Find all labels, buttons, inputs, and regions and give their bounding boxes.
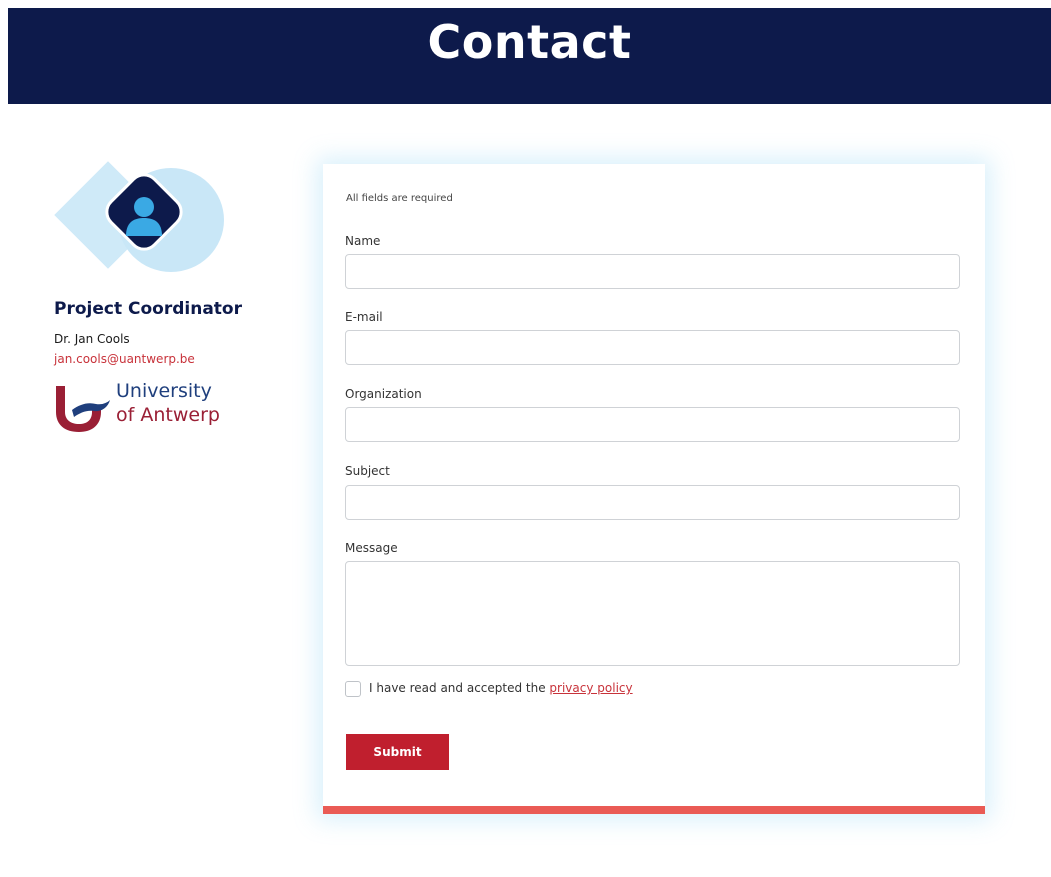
privacy-consent-checkbox[interactable] [345,681,361,697]
university-logo-line2: of Antwerp [116,404,220,426]
contact-name: Dr. Jan Cools [54,332,130,346]
name-input[interactable] [345,254,960,289]
university-logo-mark-icon [56,386,110,432]
name-label: Name [345,234,381,248]
message-textarea[interactable] [345,561,960,666]
contact-form-card: All fields are required Name E-mail Orga… [323,164,985,814]
email-label: E-mail [345,310,383,324]
required-fields-note: All fields are required [346,193,453,204]
university-logo-line1: University [116,380,212,402]
subject-label: Subject [345,464,390,478]
user-icon [126,197,162,236]
contact-email-link[interactable]: jan.cools@uantwerp.be [54,352,195,366]
submit-button[interactable]: Submit [346,734,449,770]
message-label: Message [345,541,398,555]
organization-label: Organization [345,387,422,401]
privacy-consent-text: I have read and accepted the [369,681,550,695]
privacy-consent-label: I have read and accepted the privacy pol… [369,681,633,695]
page-header: Contact [8,8,1051,104]
card-bottom-accent-bar [323,806,985,814]
contact-role: Project Coordinator [54,299,242,319]
subject-input[interactable] [345,485,960,520]
privacy-policy-link[interactable]: privacy policy [549,681,632,695]
organization-input[interactable] [345,407,960,442]
page-title: Contact [427,15,632,69]
avatar [52,160,228,276]
email-input[interactable] [345,330,960,365]
university-logo: University of Antwerp [52,380,222,436]
